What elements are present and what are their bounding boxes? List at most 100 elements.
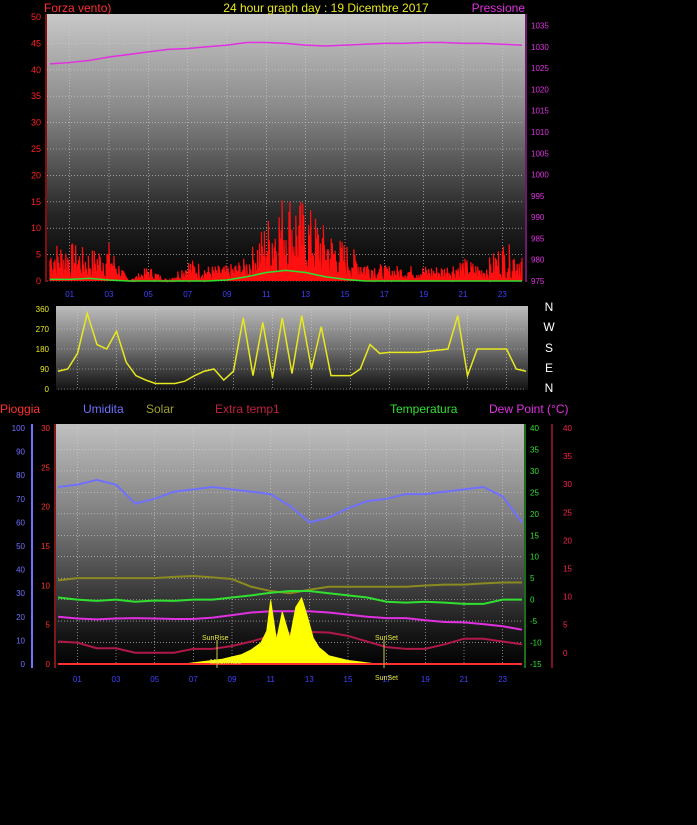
wind-tick-label: 20 xyxy=(31,170,41,180)
rain-tick-label: 15 xyxy=(41,542,50,551)
pressure-tick-label: 1030 xyxy=(531,43,549,52)
temperature-tick-label: -5 xyxy=(530,617,538,626)
x-tick-label: 07 xyxy=(189,675,198,684)
humidity-tick-label: 10 xyxy=(16,636,25,645)
legend-extra-temp1: Extra temp1 xyxy=(215,402,280,416)
compass-s: S xyxy=(545,341,553,355)
x-tick-label: 23 xyxy=(498,675,507,684)
dewpoint-tick-label: 10 xyxy=(563,593,572,602)
wind-tick-label: 25 xyxy=(31,144,41,154)
legend-solar: Solar xyxy=(146,402,174,416)
humidity-tick-label: 50 xyxy=(16,542,25,551)
x-tick-label: 03 xyxy=(105,290,114,299)
compass-n-top: N xyxy=(545,300,554,314)
humidity-tick-label: 0 xyxy=(21,660,26,669)
temperature-tick-label: 20 xyxy=(530,510,539,519)
wind-tick-label: 30 xyxy=(31,118,41,128)
direction-tick-label: 0 xyxy=(45,385,50,394)
wind-tick-label: 40 xyxy=(31,65,41,75)
temperature-tick-label: 35 xyxy=(530,445,539,454)
compass-n-bottom: N xyxy=(545,381,554,395)
temperature-tick-label: 25 xyxy=(530,488,539,497)
pressure-tick-label: 995 xyxy=(531,192,545,201)
x-tick-label: 03 xyxy=(112,675,121,684)
direction-tick-label: 90 xyxy=(40,365,49,374)
chart-title: 24 hour graph day : 19 Dicembre 2017 xyxy=(223,1,429,15)
dewpoint-tick-label: 5 xyxy=(563,621,568,630)
compass-e: E xyxy=(545,361,553,375)
x-tick-label: 07 xyxy=(183,290,192,299)
x-tick-label: 05 xyxy=(150,675,159,684)
humidity-tick-label: 30 xyxy=(16,589,25,598)
pressure-tick-label: 985 xyxy=(531,234,545,243)
humidity-tick-label: 20 xyxy=(16,613,25,622)
dewpoint-tick-label: 15 xyxy=(563,564,572,573)
weather-graph: 0510152025303540455097598098599099510001… xyxy=(0,1,572,684)
climate-panel xyxy=(56,424,524,668)
pressure-tick-label: 980 xyxy=(531,256,545,265)
wind-tick-label: 0 xyxy=(36,276,41,286)
x-tick-label: 15 xyxy=(341,290,350,299)
rain-tick-label: 30 xyxy=(41,424,50,433)
wind-tick-label: 10 xyxy=(31,223,41,233)
temperature-tick-label: 5 xyxy=(530,574,535,583)
x-tick-label: 23 xyxy=(498,290,507,299)
pressure-tick-label: 990 xyxy=(531,213,545,222)
compass-w: W xyxy=(543,320,555,334)
pressure-tick-label: 1015 xyxy=(531,107,549,116)
x-tick-label: 21 xyxy=(459,290,468,299)
dewpoint-tick-label: 40 xyxy=(563,424,572,433)
pressure-tick-label: 1020 xyxy=(531,85,549,94)
wind-tick-label: 35 xyxy=(31,91,41,101)
moonrise-label: MoonRise xyxy=(210,659,242,666)
rain-tick-label: 20 xyxy=(41,503,50,512)
legend-temperatura: Temperatura xyxy=(390,402,458,416)
pressure-tick-label: 1010 xyxy=(531,128,549,137)
wind-tick-label: 5 xyxy=(36,250,41,260)
temperature-tick-label: -15 xyxy=(530,660,542,669)
legend-pioggia: Pioggia xyxy=(0,402,40,416)
dewpoint-tick-label: 35 xyxy=(563,452,572,461)
x-tick-label: 09 xyxy=(223,290,232,299)
direction-tick-label: 270 xyxy=(36,325,50,334)
x-tick-label: 21 xyxy=(460,675,469,684)
dewpoint-tick-label: 0 xyxy=(563,649,568,658)
x-tick-label: 13 xyxy=(305,675,314,684)
x-tick-label: 17 xyxy=(380,290,389,299)
temperature-tick-label: 40 xyxy=(530,424,539,433)
direction-tick-label: 360 xyxy=(36,305,50,314)
pressure-tick-label: 1000 xyxy=(531,171,549,180)
dewpoint-tick-label: 30 xyxy=(563,480,572,489)
temperature-tick-label: 10 xyxy=(530,553,539,562)
rain-tick-label: 10 xyxy=(41,581,50,590)
legend-dew-point: Dew Point (°C) xyxy=(489,402,568,416)
humidity-tick-label: 70 xyxy=(16,495,25,504)
x-tick-label: 13 xyxy=(301,290,310,299)
humidity-tick-label: 80 xyxy=(16,471,25,480)
x-tick-label: 01 xyxy=(65,290,74,299)
humidity-tick-label: 60 xyxy=(16,518,25,527)
x-tick-label: 09 xyxy=(228,675,237,684)
rain-tick-label: 5 xyxy=(46,621,51,630)
sunset-label: SunSet xyxy=(375,635,398,642)
x-tick-label: 11 xyxy=(262,290,271,299)
temperature-tick-label: 0 xyxy=(530,596,535,605)
x-tick-label: 11 xyxy=(267,675,276,684)
x-tick-label: 15 xyxy=(344,675,353,684)
pressure-tick-label: 975 xyxy=(531,277,545,286)
pressure-tick-label: 1005 xyxy=(531,149,549,158)
humidity-tick-label: 90 xyxy=(16,448,25,457)
sunrise-label: SunRise xyxy=(202,635,229,642)
dewpoint-tick-label: 25 xyxy=(563,508,572,517)
moonset-label: SunSet xyxy=(375,675,398,682)
wind-tick-label: 45 xyxy=(31,38,41,48)
rain-tick-label: 25 xyxy=(41,463,50,472)
x-tick-label: 05 xyxy=(144,290,153,299)
pressure-tick-label: 1025 xyxy=(531,64,549,73)
temperature-tick-label: -10 xyxy=(530,639,542,648)
x-tick-label: 19 xyxy=(421,675,430,684)
humidity-tick-label: 100 xyxy=(12,424,26,433)
wind-tick-label: 50 xyxy=(31,12,41,22)
legend-umidita: Umidita xyxy=(83,402,124,416)
x-tick-label: 01 xyxy=(73,675,82,684)
